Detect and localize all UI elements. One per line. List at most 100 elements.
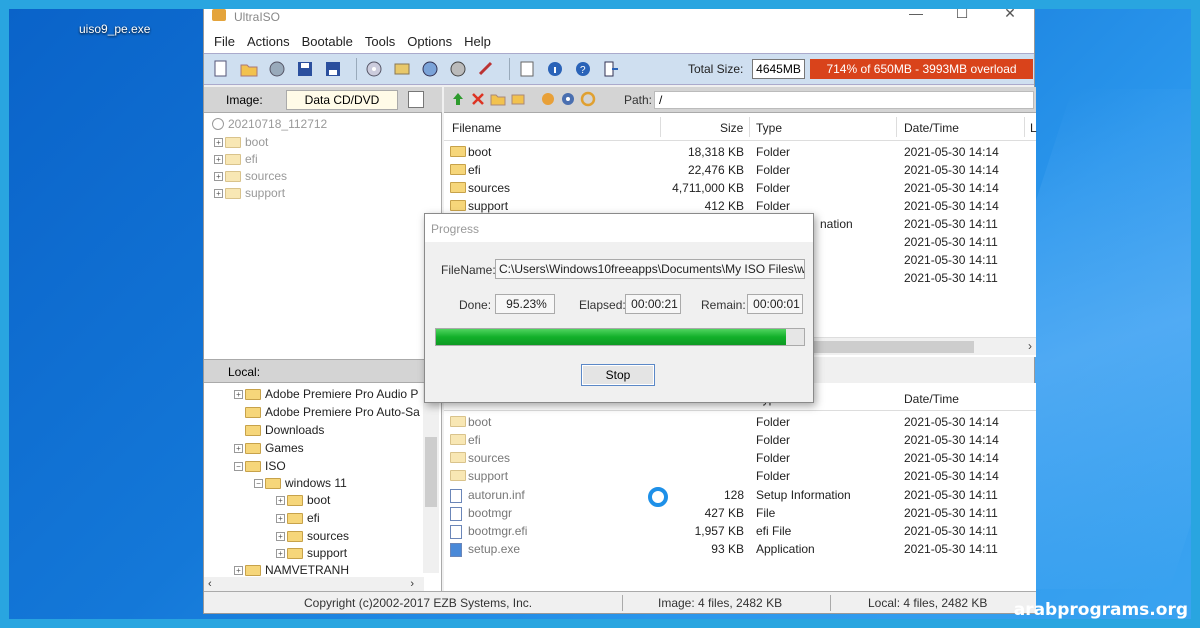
file-date: 2021-05-30 14:11 xyxy=(904,524,998,538)
checksum-icon[interactable] xyxy=(447,58,469,80)
local-file-row[interactable]: sources Folder 2021-05-30 14:14 xyxy=(444,449,1036,467)
delete-icon[interactable] xyxy=(470,91,486,107)
expand-icon[interactable]: + xyxy=(234,565,243,575)
exit-icon[interactable] xyxy=(600,58,622,80)
title-bar: UltraISO — ☐ ✕ xyxy=(204,1,1034,29)
expand-icon[interactable]: + xyxy=(276,495,285,505)
local-file-row[interactable]: efi Folder 2021-05-30 14:14 xyxy=(444,431,1036,449)
save-icon[interactable] xyxy=(294,58,316,80)
tree-item[interactable]: + support xyxy=(214,186,285,200)
local-file-row[interactable]: bootmgr 427 KB File 2021-05-30 14:11 xyxy=(444,504,1036,522)
expand-icon[interactable]: + xyxy=(276,513,285,523)
local-tree-item[interactable]: − windows 11 xyxy=(254,476,347,490)
menu-options[interactable]: Options xyxy=(401,34,458,49)
local-file-row[interactable]: setup.exe 93 KB Application 2021-05-30 14:1… xyxy=(444,540,1036,558)
iso-file-row[interactable]: efi 22,476 KB Folder 2021-05-30 14:14 xyxy=(444,161,1036,179)
tree-item[interactable]: + boot xyxy=(214,135,268,149)
expand-icon[interactable]: + xyxy=(214,137,223,147)
menu-actions[interactable]: Actions xyxy=(241,34,296,49)
collapse-icon[interactable]: − xyxy=(254,478,263,488)
extract-icon[interactable] xyxy=(266,58,288,80)
col-datetime[interactable]: Date/Time xyxy=(904,121,959,135)
status-image: Image: 4 files, 2482 KB xyxy=(658,596,783,610)
local-tree-item[interactable]: + efi xyxy=(276,511,320,525)
file-type: Folder xyxy=(756,199,791,213)
scroll-thumb[interactable] xyxy=(804,341,974,353)
iso-file-row[interactable]: sources 4,711,000 KB Folder 2021-05-30 14:1… xyxy=(444,179,1036,197)
info-icon[interactable] xyxy=(544,58,566,80)
tree-item[interactable]: + sources xyxy=(214,169,287,183)
desktop-icon-label[interactable]: uiso9_pe.exe xyxy=(79,22,150,36)
scroll-right-icon[interactable]: › xyxy=(410,578,414,590)
tree-item[interactable]: + efi xyxy=(214,152,258,166)
local-file-row[interactable]: bootmgr.efi 1,957 KB efi File 2021-05-30 14… xyxy=(444,522,1036,540)
local-tree-item[interactable]: + support xyxy=(276,546,347,560)
expand-icon[interactable]: + xyxy=(234,443,243,453)
file-date: 2021-05-30 14:14 xyxy=(904,181,999,195)
scroll-right-icon[interactable]: › xyxy=(1028,339,1032,353)
col-size[interactable]: Size xyxy=(720,121,743,135)
menu-bootable[interactable]: Bootable xyxy=(296,34,359,49)
image-properties-icon[interactable] xyxy=(408,91,424,108)
file-size: 93 KB xyxy=(711,542,744,556)
local-tree-vertical-scrollbar[interactable] xyxy=(423,383,439,573)
tree-item-label: Adobe Premiere Pro Auto-Sa xyxy=(265,405,420,419)
iso-file-row[interactable]: boot 18,318 KB Folder 2021-05-30 14:14 xyxy=(444,143,1036,161)
menu-file[interactable]: File xyxy=(208,34,241,49)
boot-icon[interactable] xyxy=(540,91,556,107)
local-tree-item[interactable]: + Adobe Premiere Pro Audio P xyxy=(234,387,418,401)
folder-icon xyxy=(225,170,241,182)
local-tree-item[interactable]: Downloads xyxy=(245,423,324,437)
menu-tools[interactable]: Tools xyxy=(359,34,401,49)
path-input[interactable]: / xyxy=(654,91,1034,109)
local-file-row[interactable]: autorun.inf 128 Setup Information 2021-05-3… xyxy=(444,486,1036,504)
help-icon[interactable]: ? xyxy=(572,58,594,80)
local-tree-item[interactable]: + boot xyxy=(276,493,330,507)
expand-icon[interactable]: + xyxy=(276,548,285,558)
expand-icon[interactable]: + xyxy=(214,154,223,164)
col-filename[interactable]: Filename xyxy=(452,121,501,135)
stop-button[interactable]: Stop xyxy=(581,364,655,386)
expand-icon[interactable]: + xyxy=(234,389,243,399)
col-datetime[interactable]: Date/Time xyxy=(904,392,959,406)
new-folder-icon[interactable] xyxy=(490,91,506,107)
local-tree-item[interactable]: + NAMVETRANH xyxy=(234,563,349,577)
folder-icon xyxy=(225,136,241,148)
settings-gear-icon[interactable] xyxy=(560,91,576,107)
folder-icon xyxy=(225,187,241,199)
local-tree-item[interactable]: − ISO xyxy=(234,459,286,473)
expand-icon[interactable]: + xyxy=(214,188,223,198)
save-as-icon[interactable] xyxy=(322,58,344,80)
expand-icon[interactable]: + xyxy=(214,171,223,181)
scroll-thumb[interactable] xyxy=(425,437,437,507)
open-icon[interactable] xyxy=(238,58,260,80)
file-type: Application xyxy=(756,542,815,556)
expand-icon[interactable]: + xyxy=(276,531,285,541)
minimize-icon[interactable]: — xyxy=(896,5,936,25)
local-tree-item[interactable]: Adobe Premiere Pro Auto-Sa xyxy=(245,405,420,419)
mount-icon[interactable] xyxy=(391,58,413,80)
collapse-icon[interactable]: − xyxy=(234,461,243,471)
convert-icon[interactable] xyxy=(475,58,497,80)
image-type-select[interactable]: Data CD/DVD xyxy=(286,90,398,110)
col-type[interactable]: Type xyxy=(756,121,782,135)
up-arrow-icon[interactable] xyxy=(450,91,466,107)
compress-icon[interactable] xyxy=(419,58,441,80)
tree-root[interactable]: 20210718_112712 xyxy=(212,117,327,131)
folder-icon xyxy=(450,146,466,157)
burn-icon[interactable] xyxy=(363,58,385,80)
status-copyright: Copyright (c)2002-2017 EZB Systems, Inc. xyxy=(304,596,533,610)
rename-icon[interactable] xyxy=(510,91,526,107)
local-tree-item[interactable]: + sources xyxy=(276,529,349,543)
close-icon[interactable]: ✕ xyxy=(990,5,1030,25)
refresh-icon[interactable] xyxy=(580,91,596,107)
maximize-icon[interactable]: ☐ xyxy=(942,5,982,25)
col-l[interactable]: L xyxy=(1030,121,1037,135)
local-file-row[interactable]: support Folder 2021-05-30 14:14 xyxy=(444,467,1036,485)
new-icon[interactable] xyxy=(210,58,232,80)
scroll-left-icon[interactable]: ‹ xyxy=(208,578,212,590)
menu-help[interactable]: Help xyxy=(458,34,497,49)
local-tree-item[interactable]: + Games xyxy=(234,441,304,455)
local-file-row[interactable]: boot Folder 2021-05-30 14:14 xyxy=(444,413,1036,431)
properties-icon[interactable] xyxy=(516,58,538,80)
